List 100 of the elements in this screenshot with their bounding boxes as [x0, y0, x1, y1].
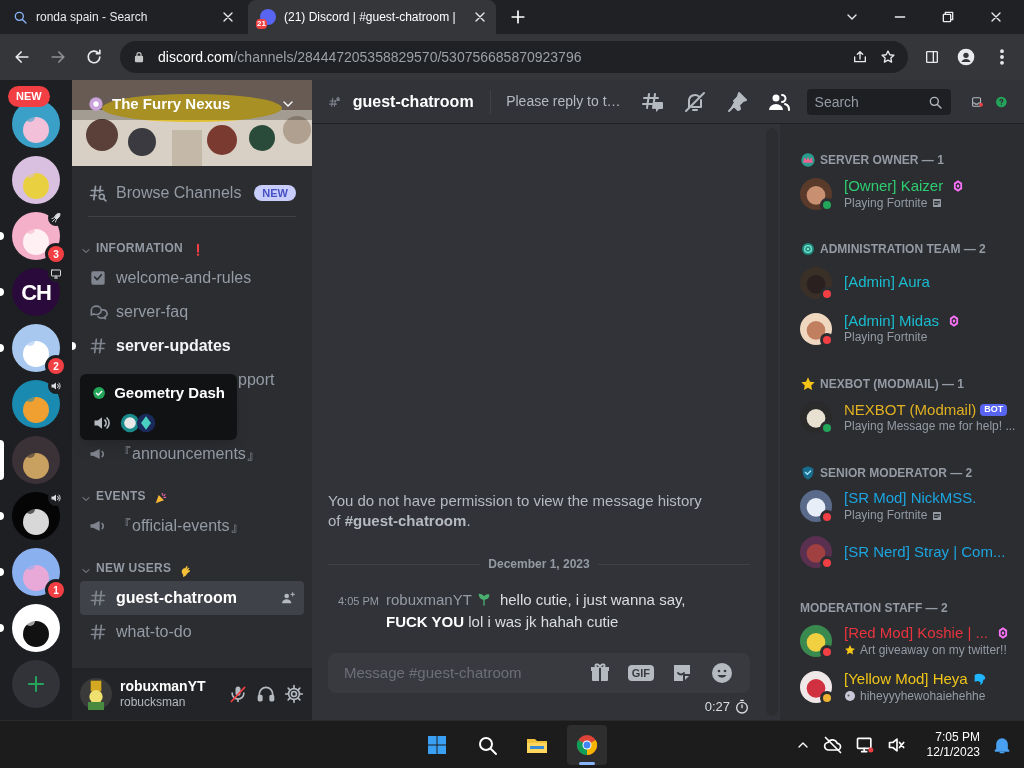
address-bar[interactable]: discord.com/channels/284447205358829570/530756685870923796: [120, 41, 908, 73]
speaker-icon: [50, 380, 62, 392]
message-author[interactable]: robuxmanYT: [386, 591, 472, 608]
add-server-button[interactable]: [12, 660, 60, 708]
member-item[interactable]: [Yellow Mod] Heya hiheyyyhewohaiehehhe: [800, 664, 1016, 710]
settings-icon[interactable]: [284, 684, 304, 704]
cloud-off-icon[interactable]: [822, 734, 843, 755]
channel-item[interactable]: pport: [238, 368, 275, 392]
shield-icon: [800, 464, 816, 481]
member-activity: Playing Fortnite: [844, 508, 928, 524]
member-name: NEXBOT (Modmail): [844, 400, 977, 420]
member-item[interactable]: [SR Nerd] Stray | Com...: [800, 529, 1016, 576]
gif-button[interactable]: GIF: [627, 664, 654, 682]
server-icon[interactable]: [12, 156, 60, 204]
server-icon[interactable]: [12, 380, 60, 428]
server-icon[interactable]: [12, 548, 60, 596]
username: robuxmanYT: [120, 677, 207, 696]
search-field[interactable]: Search: [806, 88, 951, 115]
message-bar[interactable]: Message #guest-chatroom GIF: [328, 653, 750, 693]
member-item[interactable]: [Red Mod] Koshie | ... Art giveaway on my twitter!!: [800, 618, 1016, 664]
bot-tag: BOT: [980, 404, 1008, 416]
channel-item[interactable]: server-faq: [80, 295, 304, 329]
role-header: SERVER OWNER — 1: [820, 152, 944, 170]
avatar: [800, 625, 832, 657]
member-item[interactable]: [Admin] Aura: [800, 259, 1016, 306]
tab-title: ronda spain - Search: [36, 9, 148, 26]
muted-bell-icon[interactable]: [682, 89, 707, 114]
member-item[interactable]: [Owner] Kaizer Playing Fortnite: [800, 170, 1016, 217]
browse-channels-item[interactable]: Browse Channels NEW: [80, 176, 304, 210]
member-activity: hiheyyyhewohaiehehhe: [860, 688, 986, 704]
crown-icon: [800, 152, 816, 169]
avatar[interactable]: [80, 678, 112, 710]
headphones-icon[interactable]: [256, 684, 276, 704]
browser-tab[interactable]: ronda spain - Search: [0, 0, 248, 34]
slowmode-timer: 0:27: [704, 697, 730, 716]
verified-icon: [92, 385, 107, 402]
browser-tab[interactable]: 21 (21) Discord | #guest-chatroom |: [248, 0, 496, 34]
party-popper-icon: [153, 491, 168, 505]
url-text: discord.com/channels/284447205358829570/530756685870923796: [158, 47, 582, 67]
hash-icon: [88, 588, 108, 608]
gear-badge-icon: [800, 241, 816, 258]
reload-icon[interactable]: [84, 47, 104, 67]
message-time: 4:05 PM: [338, 594, 380, 609]
channel-item[interactable]: 『official-events』: [80, 509, 304, 543]
tooltip-title: Geometry Dash: [114, 383, 225, 403]
message-input[interactable]: Message #guest-chatroom: [344, 661, 572, 685]
member-name: [SR Mod] NickMSS.: [844, 489, 977, 509]
member-activity: Playing Message me for help! ...: [844, 419, 1016, 435]
channel-item[interactable]: what-to-do: [80, 615, 304, 649]
taskbar-app[interactable]: [567, 724, 607, 765]
server-icon[interactable]: CH: [12, 268, 60, 316]
clock[interactable]: 7:05 PM 12/1/2023: [926, 729, 980, 760]
server-icon[interactable]: [12, 492, 60, 540]
forum-icon: [88, 302, 108, 322]
stopwatch-icon: [734, 698, 750, 715]
member-name: [Owner] Kaizer: [844, 176, 944, 196]
rules-icon: [88, 268, 108, 288]
member-name: [Yellow Mod] Heya: [844, 670, 968, 689]
channel-item[interactable]: guest-chatroom: [80, 581, 304, 615]
member-activity: Playing Fortnite: [844, 330, 928, 346]
role-header: MODERATION STAFF — 2: [800, 599, 948, 617]
channel-item[interactable]: welcome-and-rules: [80, 261, 304, 295]
member-item[interactable]: [Admin] Midas Playing Fortnite: [800, 305, 1016, 352]
search-icon: [12, 9, 28, 25]
member-name: [Admin] Midas: [844, 311, 940, 331]
avatar: [136, 412, 156, 433]
share-icon[interactable]: [852, 49, 868, 65]
channel-item[interactable]: 『announcements』: [80, 437, 304, 471]
restore-icon[interactable]: [940, 9, 956, 25]
date-divider: December 1, 2023: [488, 556, 590, 573]
star-icon[interactable]: [880, 49, 896, 65]
side-panel-icon[interactable]: [924, 49, 940, 65]
server-badge-icon: [88, 96, 104, 112]
tab-title: (21) Discord | #guest-chatroom |: [284, 9, 456, 26]
channel-item[interactable]: server-updates: [80, 329, 304, 363]
history-notice: You do not have permission to view the message history of #guest-chatroom.: [328, 491, 703, 531]
member-item[interactable]: NEXBOT (Modmail) BOT Playing Message me for help! ...: [800, 394, 1016, 441]
screen-icon: [50, 268, 62, 280]
avatar: [800, 177, 832, 210]
server-icon[interactable]: [12, 604, 60, 652]
member-item[interactable]: [SR Mod] NickMSS. Playing Fortnite: [800, 483, 1016, 530]
avatar: [800, 266, 832, 299]
profile-icon[interactable]: [956, 47, 976, 67]
category-header[interactable]: INFORMATION: [96, 239, 184, 257]
speaker-icon: [50, 492, 62, 504]
channel-topic[interactable]: Please reply to t…: [506, 91, 621, 112]
server-icon[interactable]: [12, 436, 60, 484]
add-member-icon[interactable]: [280, 590, 296, 606]
notification-badge: 2: [48, 358, 64, 374]
notification-badge: 3: [48, 246, 64, 262]
hash-icon: [88, 336, 108, 356]
member-activity: Art giveaway on my twitter!!: [860, 642, 1007, 658]
emoji-icon[interactable]: [710, 661, 734, 685]
member-name: [SR Nerd] Stray | Com...: [844, 542, 1006, 562]
role-header: ADMINISTRATION TEAM — 2: [820, 241, 986, 259]
category-header[interactable]: NEW USERS: [96, 559, 172, 577]
server-icon[interactable]: [12, 324, 60, 372]
lock-icon: [132, 50, 146, 64]
muted-mic-icon[interactable]: [228, 684, 248, 704]
category-header[interactable]: EVENTS: [96, 487, 146, 505]
